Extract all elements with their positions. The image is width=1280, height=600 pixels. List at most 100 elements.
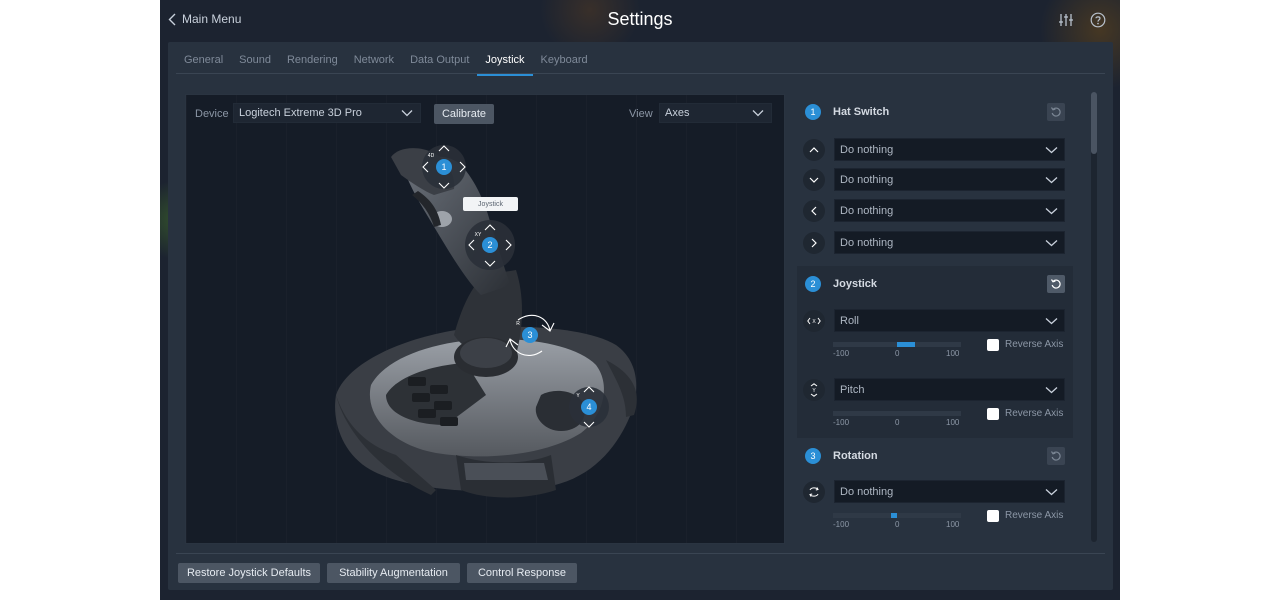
hat-left-select[interactable]: Do nothing [834,199,1065,222]
pitch-axis-select[interactable]: Pitch [834,378,1065,401]
svg-text:1: 1 [441,162,446,172]
section-title: Joystick [833,278,878,290]
hat-switch-section: 1 Hat Switch Do nothing Do nothing Do no… [797,94,1073,266]
tab-data-output[interactable]: Data Output [402,50,477,74]
control-response-button[interactable]: Control Response [467,563,577,583]
slider-ticks: -100 0 100 [833,520,963,532]
restore-defaults-button[interactable]: Restore Joystick Defaults [178,563,320,583]
reset-icon [1050,451,1061,461]
reverse-axis-label: Reverse Axis [1005,408,1064,419]
device-label: Device [195,108,229,120]
tick-max: 100 [946,418,960,427]
rotation-axis-slider[interactable] [833,513,961,518]
reset-hat-button[interactable] [1047,103,1065,121]
slider-ticks: -100 0 100 [833,418,963,430]
scrollbar-thumb[interactable] [1091,92,1097,154]
svg-text:X: X [812,319,816,325]
hat-up-select[interactable]: Do nothing [834,138,1065,161]
mapping-scrollbar[interactable] [1091,92,1097,542]
reset-icon [1050,107,1061,117]
chevron-down-icon [1045,208,1058,215]
tab-sound[interactable]: Sound [231,50,279,74]
chevron-down-icon [1045,240,1058,247]
select-value: Do nothing [840,204,894,217]
slider-fill [897,342,915,347]
select-value: Do nothing [840,143,894,156]
hat-right-icon [803,232,825,254]
reverse-axis-label: Reverse Axis [1005,510,1064,521]
calibrate-button[interactable]: Calibrate [434,104,494,124]
footer-divider [176,553,1105,554]
stability-augmentation-button[interactable]: Stability Augmentation [327,563,460,583]
roll-axis-select[interactable]: Roll [834,309,1065,332]
chevron-down-icon [1045,177,1058,184]
select-value: Do nothing [840,173,894,186]
throttle-y-marker[interactable]: 4 Y [569,386,609,428]
roll-axis-slider[interactable] [833,342,961,347]
rotation-axis-select[interactable]: Do nothing [834,480,1065,503]
section-number-badge: 1 [805,104,821,120]
rotation-reverse-checkbox[interactable] [987,510,999,522]
sliders-icon[interactable] [1058,12,1074,28]
select-value: Roll [840,314,859,327]
hat-down-icon [803,169,825,191]
slider-ticks: -100 0 100 [833,349,963,361]
view-select[interactable]: Axes [659,103,772,123]
tab-network[interactable]: Network [346,50,402,74]
device-select[interactable]: Logitech Extreme 3D Pro [233,103,421,123]
svg-text:XY: XY [475,232,482,238]
tab-keyboard[interactable]: Keyboard [533,50,596,74]
tick-min: -100 [833,418,850,427]
svg-text:R: R [516,321,520,327]
help-icon[interactable] [1090,12,1106,28]
section-number-badge: 3 [805,448,821,464]
chevron-down-icon [1045,318,1058,325]
hat-right-select[interactable]: Do nothing [834,231,1065,254]
svg-text:2: 2 [487,240,492,250]
select-value: Do nothing [840,236,894,249]
reset-rotation-button[interactable] [1047,447,1065,465]
view-value: Axes [665,107,690,119]
roll-reverse-checkbox[interactable] [987,339,999,351]
chevron-down-icon [752,110,764,117]
main-menu-back-button[interactable]: Main Menu [168,12,241,26]
tick-max: 100 [946,520,960,529]
slider-fill [890,513,897,518]
tab-bar: General Sound Rendering Network Data Out… [176,50,596,76]
reverse-axis-label: Reverse Axis [1005,339,1064,350]
pitch-axis-slider[interactable] [833,411,961,416]
settings-panel: General Sound Rendering Network Data Out… [168,42,1113,590]
pitch-reverse-checkbox[interactable] [987,408,999,420]
reset-icon [1050,279,1061,289]
mapping-pane: 1 Hat Switch Do nothing Do nothing Do no… [797,94,1073,542]
hat-up-icon [803,139,825,161]
tick-mid: 0 [895,418,900,427]
chevron-down-icon [1045,387,1058,394]
section-title: Hat Switch [833,106,890,118]
chevron-down-icon [1045,147,1058,154]
tick-min: -100 [833,520,850,529]
tab-rendering[interactable]: Rendering [279,50,346,74]
axis-x-icon: X [803,310,825,332]
svg-text:4: 4 [586,402,591,412]
hat-switch-marker[interactable]: 1 4D [422,145,466,189]
section-number-badge: 2 [805,276,821,292]
axis-y-icon: Y [803,379,825,401]
tab-joystick[interactable]: Joystick [477,50,533,76]
view-label: View [629,108,653,120]
select-value: Pitch [840,383,865,396]
tick-mid: 0 [895,520,900,529]
svg-text:3: 3 [527,330,532,340]
back-label: Main Menu [182,12,242,26]
joystick-xy-marker[interactable]: 2 XY [465,220,515,270]
tab-general[interactable]: General [176,50,231,74]
reset-joystick-button[interactable] [1047,275,1065,293]
hat-down-select[interactable]: Do nothing [834,168,1065,191]
tick-mid: 0 [895,349,900,358]
top-bar: Main Menu Settings [160,0,1120,40]
joystick-illustration: 1 4D 2 XY 3 R 4 Y [335,145,637,498]
rotation-section: 3 Rotation Do nothing -100 0 100 Reverse… [797,438,1073,542]
hat-left-icon [803,200,825,222]
svg-text:Y: Y [812,388,816,394]
marker-tooltip: Joystick [463,197,518,211]
